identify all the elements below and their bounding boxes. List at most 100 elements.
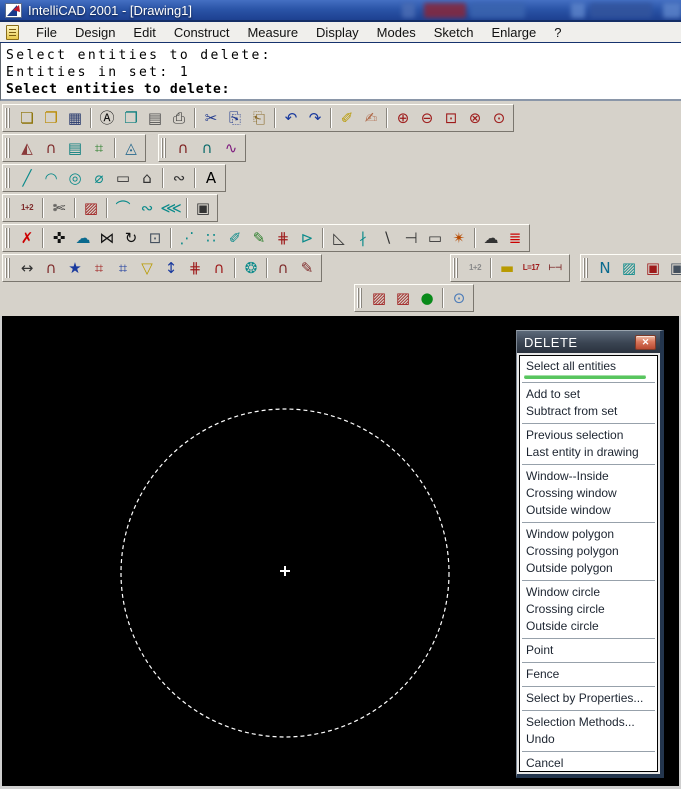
zoom-in-button[interactable]: ⊕ [391, 107, 415, 130]
panel-item-cancel[interactable]: Cancel [520, 755, 657, 772]
menu-file[interactable]: File [27, 23, 66, 42]
menu-enlarge[interactable]: Enlarge [482, 23, 545, 42]
panel-item-fence[interactable]: Fence [520, 666, 657, 683]
hatch-crossing-button[interactable]: ▨ [391, 287, 415, 310]
toolbar-drag-handle[interactable] [5, 108, 11, 128]
draw-rectangle-button[interactable]: ▭ [111, 167, 135, 190]
cut-button[interactable]: ✂ [199, 107, 223, 130]
viewport-screen-button[interactable]: ▣ [191, 197, 215, 220]
panel-item-undo[interactable]: Undo [520, 731, 657, 748]
menu-help[interactable]: ? [545, 23, 570, 42]
chamfer-pen-button[interactable]: ✎ [247, 227, 271, 250]
edit-polyline-button[interactable]: ▭ [423, 227, 447, 250]
panel-item-last-entity-in-drawing[interactable]: Last entity in drawing [520, 444, 657, 461]
redo-button[interactable]: ↷ [303, 107, 327, 130]
paste-button[interactable]: ⎗ [247, 107, 271, 130]
pan-view-button[interactable]: ⊙ [447, 287, 471, 310]
zoom-extents-button[interactable]: ⊙ [487, 107, 511, 130]
dim-vertical-button[interactable]: ↕ [159, 257, 183, 280]
toolbar-drag-handle[interactable] [161, 138, 167, 158]
lamp-table-button[interactable]: ◬ [119, 137, 143, 160]
menu-measure[interactable]: Measure [238, 23, 307, 42]
extend-button[interactable]: ∤ [351, 227, 375, 250]
title-bar[interactable]: IntelliCAD 2001 - [Drawing1] [0, 0, 681, 22]
panel-item-point[interactable]: Point [520, 642, 657, 659]
hatch-region-button[interactable]: ▨ [79, 197, 103, 220]
panel-item-crossing-polygon[interactable]: Crossing polygon [520, 543, 657, 560]
move-button[interactable]: ✜ [47, 227, 71, 250]
dim-arc-button[interactable]: ∩ [207, 257, 231, 280]
panel-item-outside-circle[interactable]: Outside circle [520, 618, 657, 635]
print-button[interactable]: ⎙ [167, 107, 191, 130]
viewport-add-button[interactable]: ▣ [641, 257, 665, 280]
copy-entity-button[interactable]: ☁ [71, 227, 95, 250]
zoom-window-button[interactable]: ⊡ [439, 107, 463, 130]
page-setup-button[interactable]: ▤ [143, 107, 167, 130]
copy-series-button[interactable]: 1+2 [15, 197, 39, 220]
drawing-canvas[interactable]: DELETE ✕ Select all entitiesAdd to setSu… [0, 316, 681, 789]
arch-solid-button[interactable]: ∩ [171, 137, 195, 160]
dim-style-pen-button[interactable]: ✎ [295, 257, 319, 280]
toolbar-drag-handle[interactable] [357, 288, 363, 308]
toolbar-drag-handle[interactable] [5, 168, 11, 188]
dim-wheel-button[interactable]: ❂ [239, 257, 263, 280]
arch-striped-button[interactable]: ∩ [195, 137, 219, 160]
toolbar-drag-handle[interactable] [5, 228, 11, 248]
measure-ruler-button[interactable]: ▬ [495, 257, 519, 280]
layer-express-button[interactable]: ▤ [63, 137, 87, 160]
zoom-out-button[interactable]: ⊖ [415, 107, 439, 130]
panel-item-subtract-from-set[interactable]: Subtract from set [520, 403, 657, 420]
menu-design[interactable]: Design [66, 23, 124, 42]
draw-text-button[interactable]: A [199, 167, 223, 190]
dim-tolerance-button[interactable]: ▽ [135, 257, 159, 280]
stretch-button[interactable]: ⋕ [271, 227, 295, 250]
viewport-link-button[interactable]: ▣ [665, 257, 681, 280]
break-at-point-button[interactable]: ⊣ [399, 227, 423, 250]
zigzag-polyline-button[interactable]: ∿ [219, 137, 243, 160]
hatch-pattern-button[interactable]: ▨ [617, 257, 641, 280]
panel-item-outside-polygon[interactable]: Outside polygon [520, 560, 657, 577]
mirror-button[interactable]: ⋈ [95, 227, 119, 250]
draw-polygon-button[interactable]: ⌂ [135, 167, 159, 190]
close-icon[interactable]: ✕ [635, 335, 656, 350]
dim-linear-button[interactable]: ⊢⊣ [543, 257, 567, 280]
dim-arch-button[interactable]: ∩ [39, 257, 63, 280]
dim-ordinate-button[interactable]: ⌗ [111, 257, 135, 280]
dim-star-button[interactable]: ★ [63, 257, 87, 280]
panel-item-window-circle[interactable]: Window circle [520, 584, 657, 601]
chamfer-lines-button[interactable]: ⋘ [159, 197, 183, 220]
view-presets-button[interactable]: ◭ [15, 137, 39, 160]
break-entity-button[interactable]: ✄ [47, 197, 71, 220]
menu-edit[interactable]: Edit [124, 23, 164, 42]
text-style-button[interactable]: Ⓐ [95, 107, 119, 130]
copy-series-dim-button[interactable]: 1+2 [463, 257, 487, 280]
panel-item-crossing-window[interactable]: Crossing window [520, 485, 657, 502]
panel-item-selection-methods[interactable]: Selection Methods... [520, 714, 657, 731]
draw-ellipse-button[interactable]: ⌀ [87, 167, 111, 190]
new-drawing-button[interactable]: ❏ [15, 107, 39, 130]
panel-item-select-by-properties[interactable]: Select by Properties... [520, 690, 657, 707]
panel-item-outside-window[interactable]: Outside window [520, 502, 657, 519]
menu-display[interactable]: Display [307, 23, 368, 42]
menu-modes[interactable]: Modes [368, 23, 425, 42]
draw-line-button[interactable]: ╱ [15, 167, 39, 190]
toolbar-drag-handle[interactable] [5, 198, 11, 218]
command-history[interactable]: Select entities to delete:Entities in se… [0, 43, 681, 101]
lengthen-button[interactable]: ∖ [375, 227, 399, 250]
array-rectangular-button[interactable]: ∷ [199, 227, 223, 250]
fillet-button[interactable]: ⌒ [111, 197, 135, 220]
scale-select-button[interactable]: ⊡ [143, 227, 167, 250]
delete-panel-titlebar[interactable]: DELETE ✕ [517, 331, 660, 353]
toolbar-drag-handle[interactable] [583, 258, 589, 278]
menu-sketch[interactable]: Sketch [425, 23, 483, 42]
panel-item-window-polygon[interactable]: Window polygon [520, 526, 657, 543]
freehand-sketch-button[interactable]: ∾ [167, 167, 191, 190]
esnap-hand-button[interactable]: ✍ [359, 107, 383, 130]
trim-button[interactable]: ◺ [327, 227, 351, 250]
dim-horizontal-button[interactable]: ↔ [15, 257, 39, 280]
toolbar-drag-handle[interactable] [453, 258, 459, 278]
hatch-window-button[interactable]: ▨ [367, 287, 391, 310]
draw-arc-button[interactable]: ◠ [39, 167, 63, 190]
dim-gate-button[interactable]: ⌗ [87, 257, 111, 280]
toolbar-drag-handle[interactable] [5, 258, 11, 278]
